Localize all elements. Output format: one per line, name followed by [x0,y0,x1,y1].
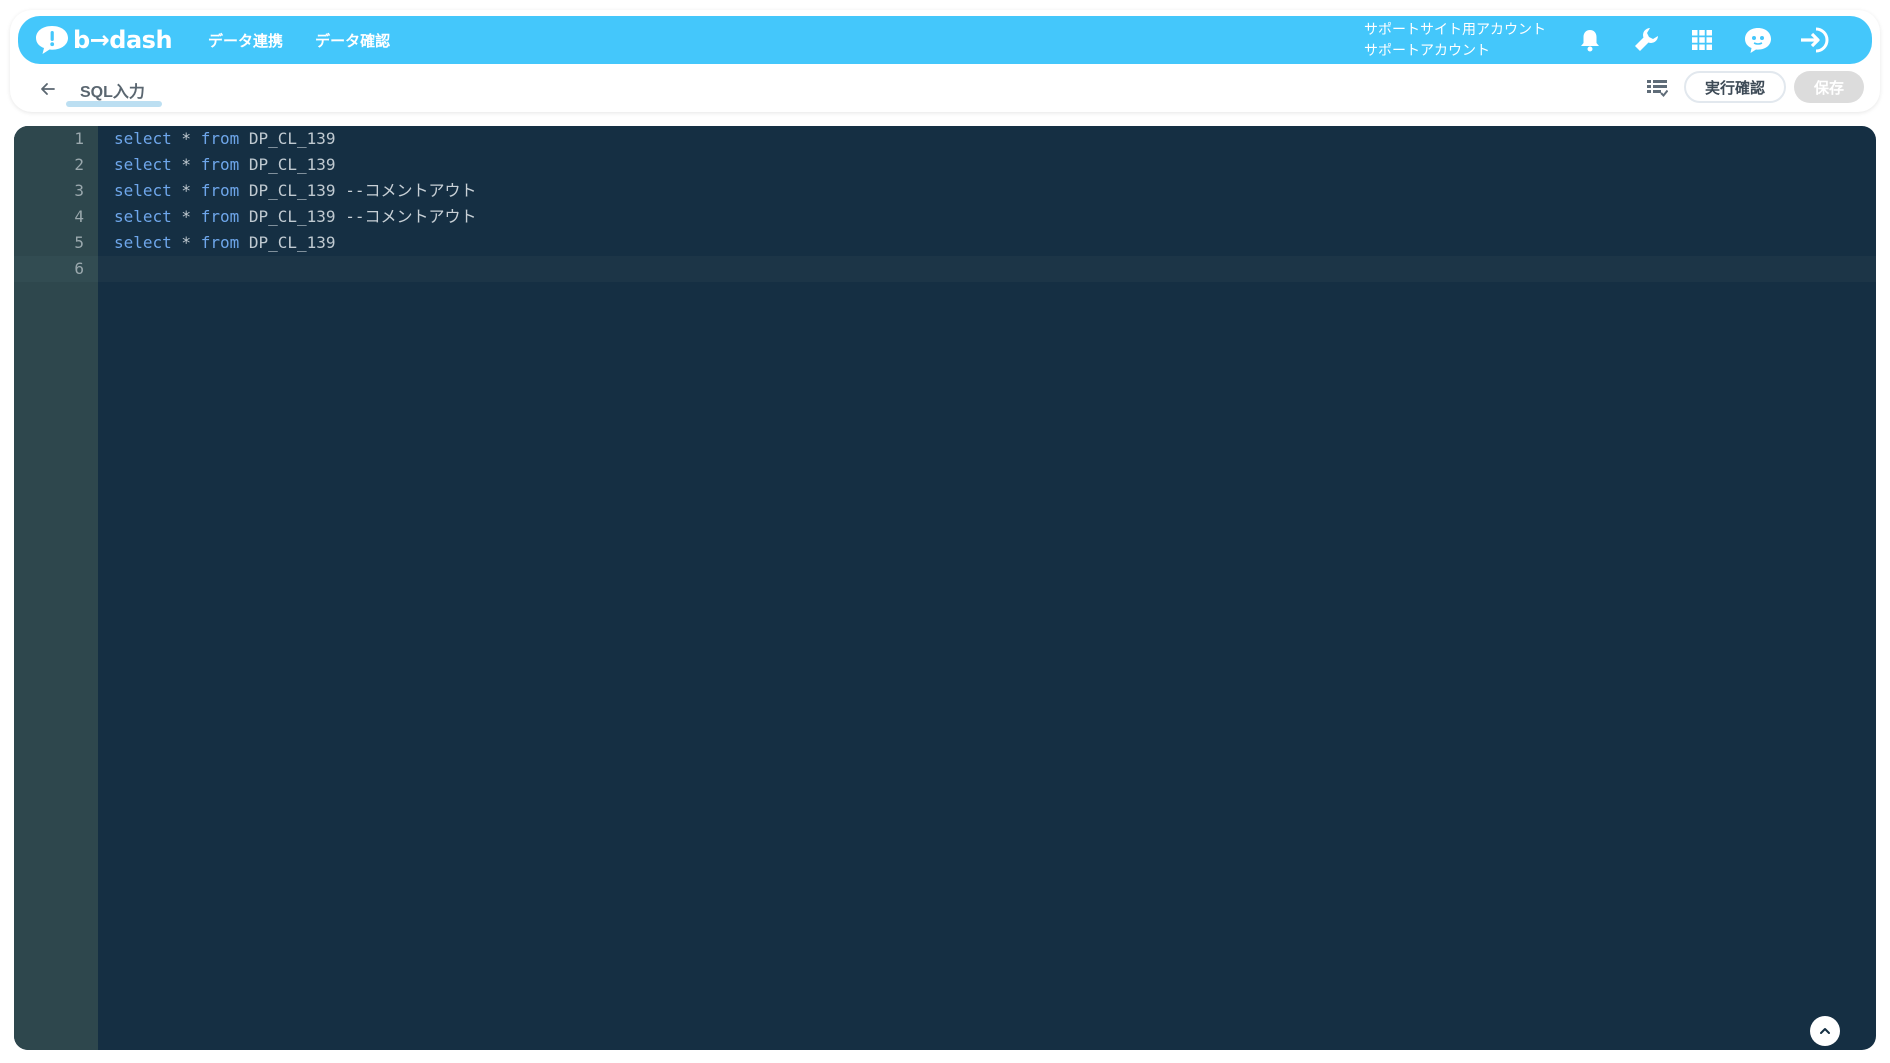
save-button[interactable]: 保存 [1794,71,1864,103]
identifier: DP_CL_139 [239,233,336,252]
code-line[interactable]: 1 select * from DP_CL_139 [14,126,1876,152]
code-line[interactable]: 5 select * from DP_CL_139 [14,230,1876,256]
line-number: 6 [14,256,98,282]
bdash-logo[interactable]: b→dash [34,24,173,56]
main-nav: データ連携 データ確認 [208,30,422,51]
operator: * [171,207,201,226]
operator: * [171,129,201,148]
back-arrow-icon[interactable] [38,79,58,99]
line-number: 2 [74,155,84,174]
line-number: 4 [74,207,84,226]
table-list-icon[interactable] [1646,78,1668,98]
keyword: from [200,155,240,174]
support-chat-button[interactable] [1741,23,1775,57]
identifier: DP_CL_139 [239,129,336,148]
notification-button[interactable] [1573,23,1607,57]
line-code: select * from DP_CL_139 --コメントアウト [98,204,476,230]
operator: * [171,181,201,200]
code-line[interactable]: 2 select * from DP_CL_139 [14,152,1876,178]
keyword: select [114,207,172,226]
logout-icon [1801,27,1829,53]
scroll-to-top-button[interactable] [1810,1016,1840,1046]
line-code: select * from DP_CL_139 [98,230,336,256]
apps-button[interactable] [1685,23,1719,57]
nav-data-integration[interactable]: データ連携 [208,30,283,51]
header-icons [1573,16,1853,64]
account-site-label: サポートサイト用アカウント [1364,21,1546,37]
logout-button[interactable] [1797,23,1831,57]
chevron-up-icon [1820,1028,1830,1034]
account-info[interactable]: サポートサイト用アカウント サポートアカウント [1364,19,1546,61]
apps-grid-icon [1692,30,1712,50]
keyword: from [200,207,240,226]
code-line[interactable]: 4 select * from DP_CL_139 --コメントアウト [14,204,1876,230]
comment: --コメントアウト [335,207,477,226]
top-navigation-bar: b→dash データ連携 データ確認 サポートサイト用アカウント サポートアカウ… [18,16,1872,64]
tools-button[interactable] [1629,23,1663,57]
account-user-name: サポートアカウント [1364,42,1490,58]
page-title: SQL入力 [80,84,145,101]
keyword: from [200,129,240,148]
logo-text: b→dash [73,26,173,54]
line-code: select * from DP_CL_139 --コメントアウト [98,178,476,204]
nav-data-check[interactable]: データ確認 [315,30,390,51]
title-underline [66,101,162,107]
keyword: from [200,181,240,200]
line-code: select * from DP_CL_139 [98,152,336,178]
execute-confirm-button[interactable]: 実行確認 [1684,71,1786,103]
page-toolbar: SQL入力 実行確認 保存 [10,64,1880,112]
identifier: DP_CL_139 [239,181,336,200]
line-code: select * from DP_CL_139 [98,126,336,152]
wrench-icon [1635,28,1658,51]
operator: * [171,233,201,252]
header-card: b→dash データ連携 データ確認 サポートサイト用アカウント サポートアカウ… [10,10,1880,112]
keyword: select [114,129,172,148]
bell-icon [1581,30,1599,52]
line-number: 3 [74,181,84,200]
chat-bot-icon [1745,28,1771,53]
keyword: select [114,155,172,174]
identifier: DP_CL_139 [239,207,336,226]
comment: --コメントアウト [335,181,477,200]
line-number: 1 [74,129,84,148]
keyword: select [114,181,172,200]
identifier: DP_CL_139 [239,155,336,174]
keyword: select [114,233,172,252]
line-number: 5 [74,233,84,252]
code-line[interactable]: 3 select * from DP_CL_139 --コメントアウト [14,178,1876,204]
speech-bubble-logo-icon [36,26,68,54]
code-line-active[interactable]: 6 [14,256,1876,282]
code-area[interactable]: 1 select * from DP_CL_139 2 select * fro… [14,126,1876,1050]
operator: * [171,155,201,174]
keyword: from [200,233,240,252]
sql-editor[interactable]: 1 select * from DP_CL_139 2 select * fro… [14,126,1876,1050]
